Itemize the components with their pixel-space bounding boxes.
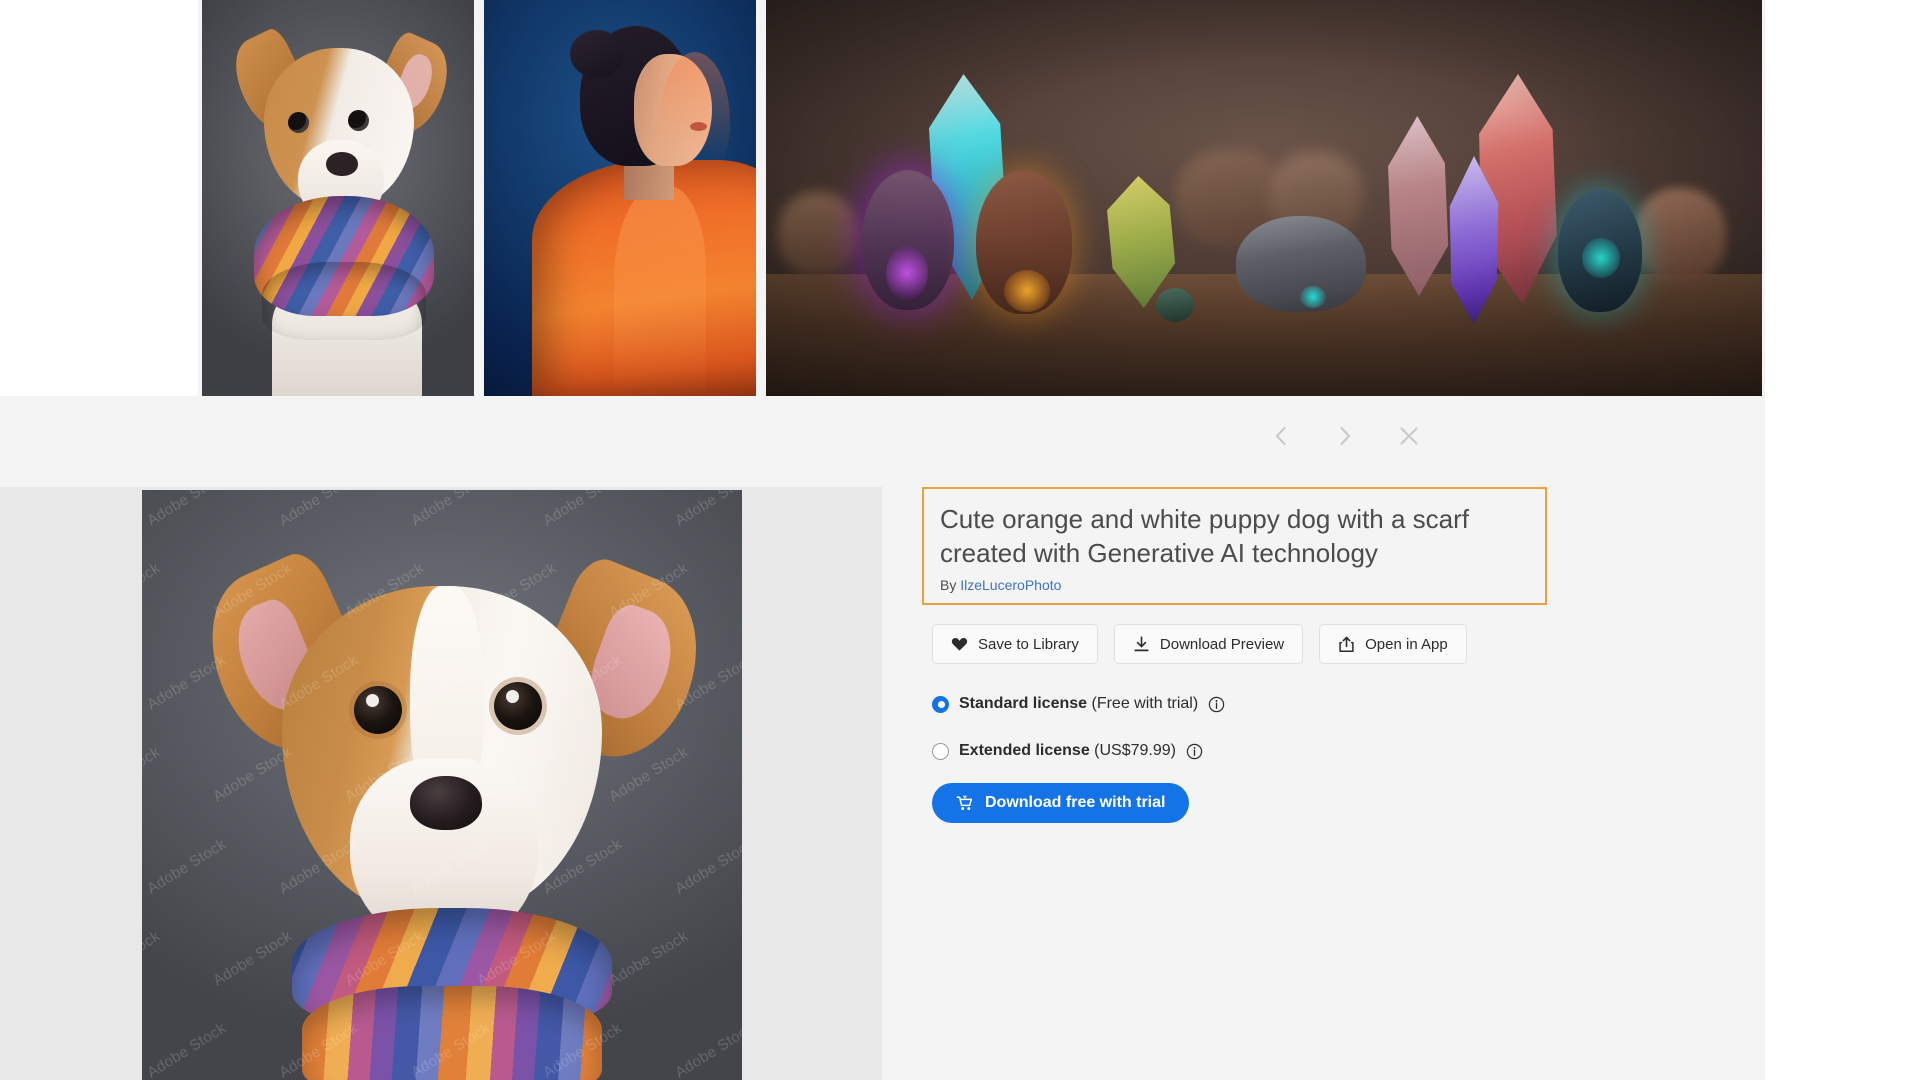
eye-highlight [366,694,379,707]
dog-nose [410,776,482,830]
woman-cape-highlight [614,186,706,396]
adobe-stock-asset-lightbox: Adobe StockAdobe StockAdobe StockAdobe S… [0,0,1920,1080]
license-name: Extended license [959,742,1090,759]
asset-byline: By IlzeLuceroPhoto [940,577,1529,593]
asset-detail-area: Adobe StockAdobe StockAdobe StockAdobe S… [0,487,1567,1080]
byline-prefix: By [940,576,957,593]
download-cta-wrapper: Download free with trial [932,783,1190,823]
dog-scarf-lower [262,262,426,340]
rim-light-glow [660,52,730,192]
download-free-with-trial-button[interactable]: Download free with trial [932,783,1190,823]
asset-title-highlight-box: Cute orange and white puppy dog with a s… [922,487,1547,605]
dog-eye-right [494,682,542,730]
dog-eye-left [288,112,309,133]
button-label: Save to Library [978,635,1079,653]
dog-scarf-lower [302,986,602,1080]
radio-standard-license[interactable] [932,695,949,713]
info-icon[interactable] [1208,696,1225,713]
asset-title: Cute orange and white puppy dog with a s… [940,504,1470,568]
background-stone [778,192,858,276]
info-icon[interactable] [1186,743,1203,760]
asset-preview-panel: Adobe StockAdobe StockAdobe StockAdobe S… [0,487,882,1080]
author-link[interactable]: IlzeLuceroPhoto [960,577,1061,593]
woman-hair-bun [570,30,624,78]
license-options: Standard license (Free with trial) Exten… [932,687,1225,768]
license-option-extended[interactable]: Extended license (US$79.99) [932,734,1225,768]
license-label: Standard license (Free with trial) [959,695,1198,713]
previous-icon[interactable] [1263,418,1299,454]
download-icon [1133,635,1150,653]
thumbnail-image [202,0,474,396]
small-stone [1156,288,1194,322]
thumbnail-glowing-crystals[interactable] [766,0,1762,396]
share-icon [1338,636,1355,653]
pale-pink-crystal [1388,116,1449,296]
amber-glow [1004,270,1050,312]
next-icon[interactable] [1327,418,1363,454]
dog-eye-right [348,110,369,131]
heart-icon [951,636,968,652]
asset-action-buttons: Save to Library Download Preview Open in… [932,624,1467,664]
license-name: Standard license [959,695,1088,712]
thumbnail-image [766,0,1762,396]
dog-eye-left [354,686,402,734]
dog-nose [326,152,358,176]
thumbnail-image [484,0,756,396]
close-icon[interactable] [1391,418,1427,454]
cart-icon [956,794,974,812]
license-label: Extended license (US$79.99) [959,742,1176,760]
save-to-library-button[interactable]: Save to Library [932,624,1098,664]
asset-preview-image[interactable]: Adobe StockAdobe StockAdobe StockAdobe S… [142,490,742,1080]
purple-glow [886,246,928,300]
background-stone [1634,188,1726,284]
thumbnail-puppy-with-scarf[interactable] [202,0,474,396]
teal-egg-glow [1582,238,1620,278]
license-price: (Free with trial) [1091,695,1199,712]
license-price: (US$79.99) [1094,742,1176,759]
download-preview-button[interactable]: Download Preview [1113,624,1304,664]
button-label: Open in App [1365,635,1448,653]
lightbox-nav-controls [1263,418,1427,454]
open-in-app-button[interactable]: Open in App [1319,624,1467,664]
license-option-standard[interactable]: Standard license (Free with trial) [932,687,1225,721]
teal-glow [1300,286,1326,308]
button-label: Download free with trial [985,794,1166,811]
thumbnail-strip [202,0,1762,396]
asset-info-panel: Cute orange and white puppy dog with a s… [904,487,1567,1080]
radio-extended-license[interactable] [932,742,949,760]
lightbox-nav-row [0,396,1567,487]
eye-highlight [506,690,519,703]
thumbnail-woman-in-orange-cape[interactable] [484,0,756,396]
button-label: Download Preview [1159,635,1285,653]
